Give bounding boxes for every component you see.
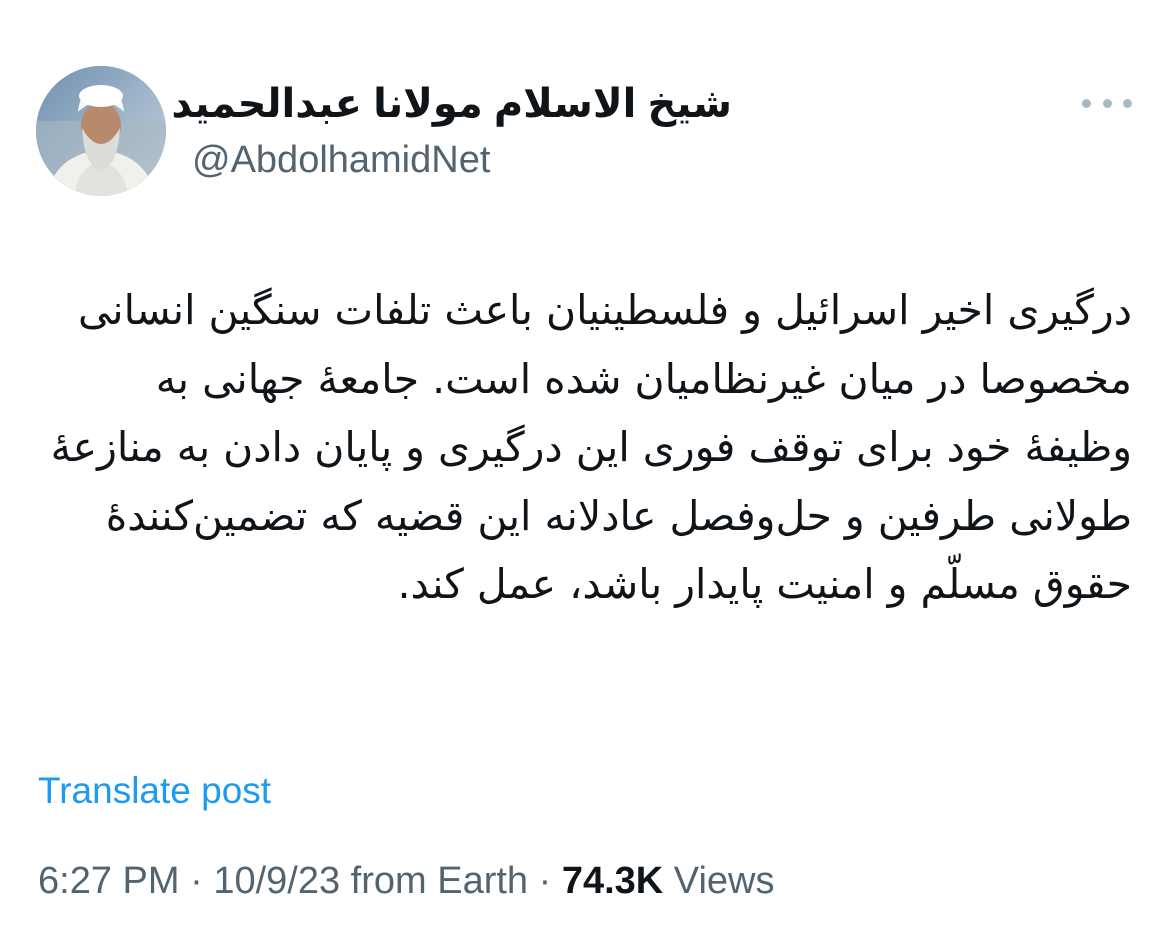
more-horizontal-icon (1082, 98, 1091, 108)
meta-separator: · (528, 860, 562, 902)
more-horizontal-icon-dot (1123, 98, 1132, 108)
translate-post-link[interactable]: Translate post (38, 766, 271, 816)
user-handle[interactable]: @AbdolhamidNet (192, 134, 490, 186)
meta-separator: · (179, 860, 214, 902)
tweet-text: درگیری اخیر اسرائیل و فلسطینیان باعث تلف… (37, 286, 1132, 608)
tweet-location: from Earth (340, 860, 529, 902)
more-horizontal-icon-dot (1102, 98, 1112, 108)
views-count[interactable]: 74.3K (562, 860, 663, 902)
views-label: Views (663, 860, 775, 902)
more-options-button[interactable] (1082, 86, 1132, 120)
tweet-meta: 6:27 PM · 10/9/23 from Earth · 74.3K Vie… (38, 855, 775, 907)
display-name[interactable]: شیخ الاسلام مولانا عبدالحمید (171, 78, 732, 130)
profile-photo (36, 66, 166, 196)
avatar[interactable] (36, 66, 166, 196)
tweet-date[interactable]: 10/9/23 (213, 860, 340, 902)
tweet-time[interactable]: 6:27 PM (38, 860, 180, 902)
